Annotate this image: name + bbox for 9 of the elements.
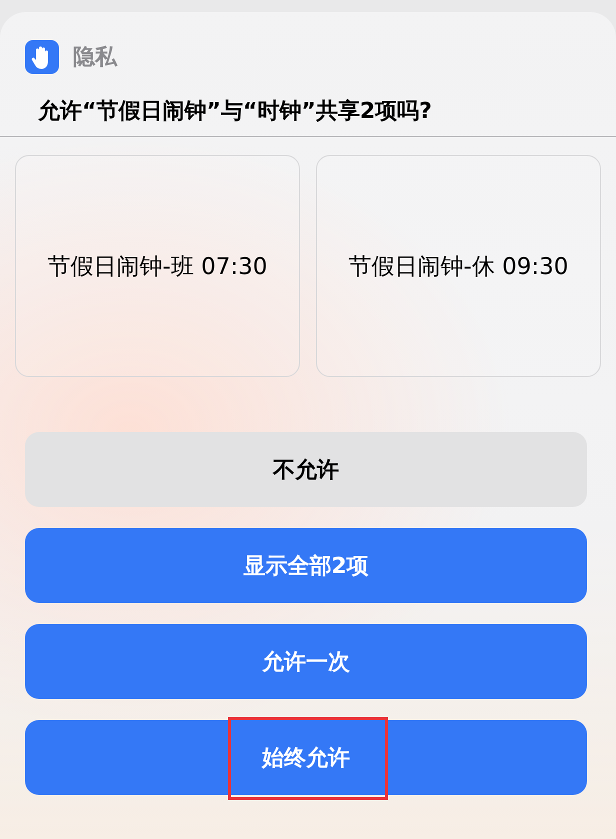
- app-name: 隐私: [73, 44, 117, 72]
- permission-button[interactable]: 始终允许: [25, 720, 587, 795]
- permission-button[interactable]: 允许一次: [25, 624, 587, 699]
- alarm-label: 节假日闹钟-休 09:30: [348, 252, 568, 282]
- permission-button[interactable]: 显示全部2项: [25, 528, 587, 603]
- permission-button[interactable]: 不允许: [25, 432, 587, 507]
- hand-icon: [25, 40, 59, 74]
- alarm-label: 节假日闹钟-班 07:30: [48, 252, 268, 282]
- prompt-title: 允许“节假日闹钟”与“时钟”共享2项吗?: [37, 98, 433, 126]
